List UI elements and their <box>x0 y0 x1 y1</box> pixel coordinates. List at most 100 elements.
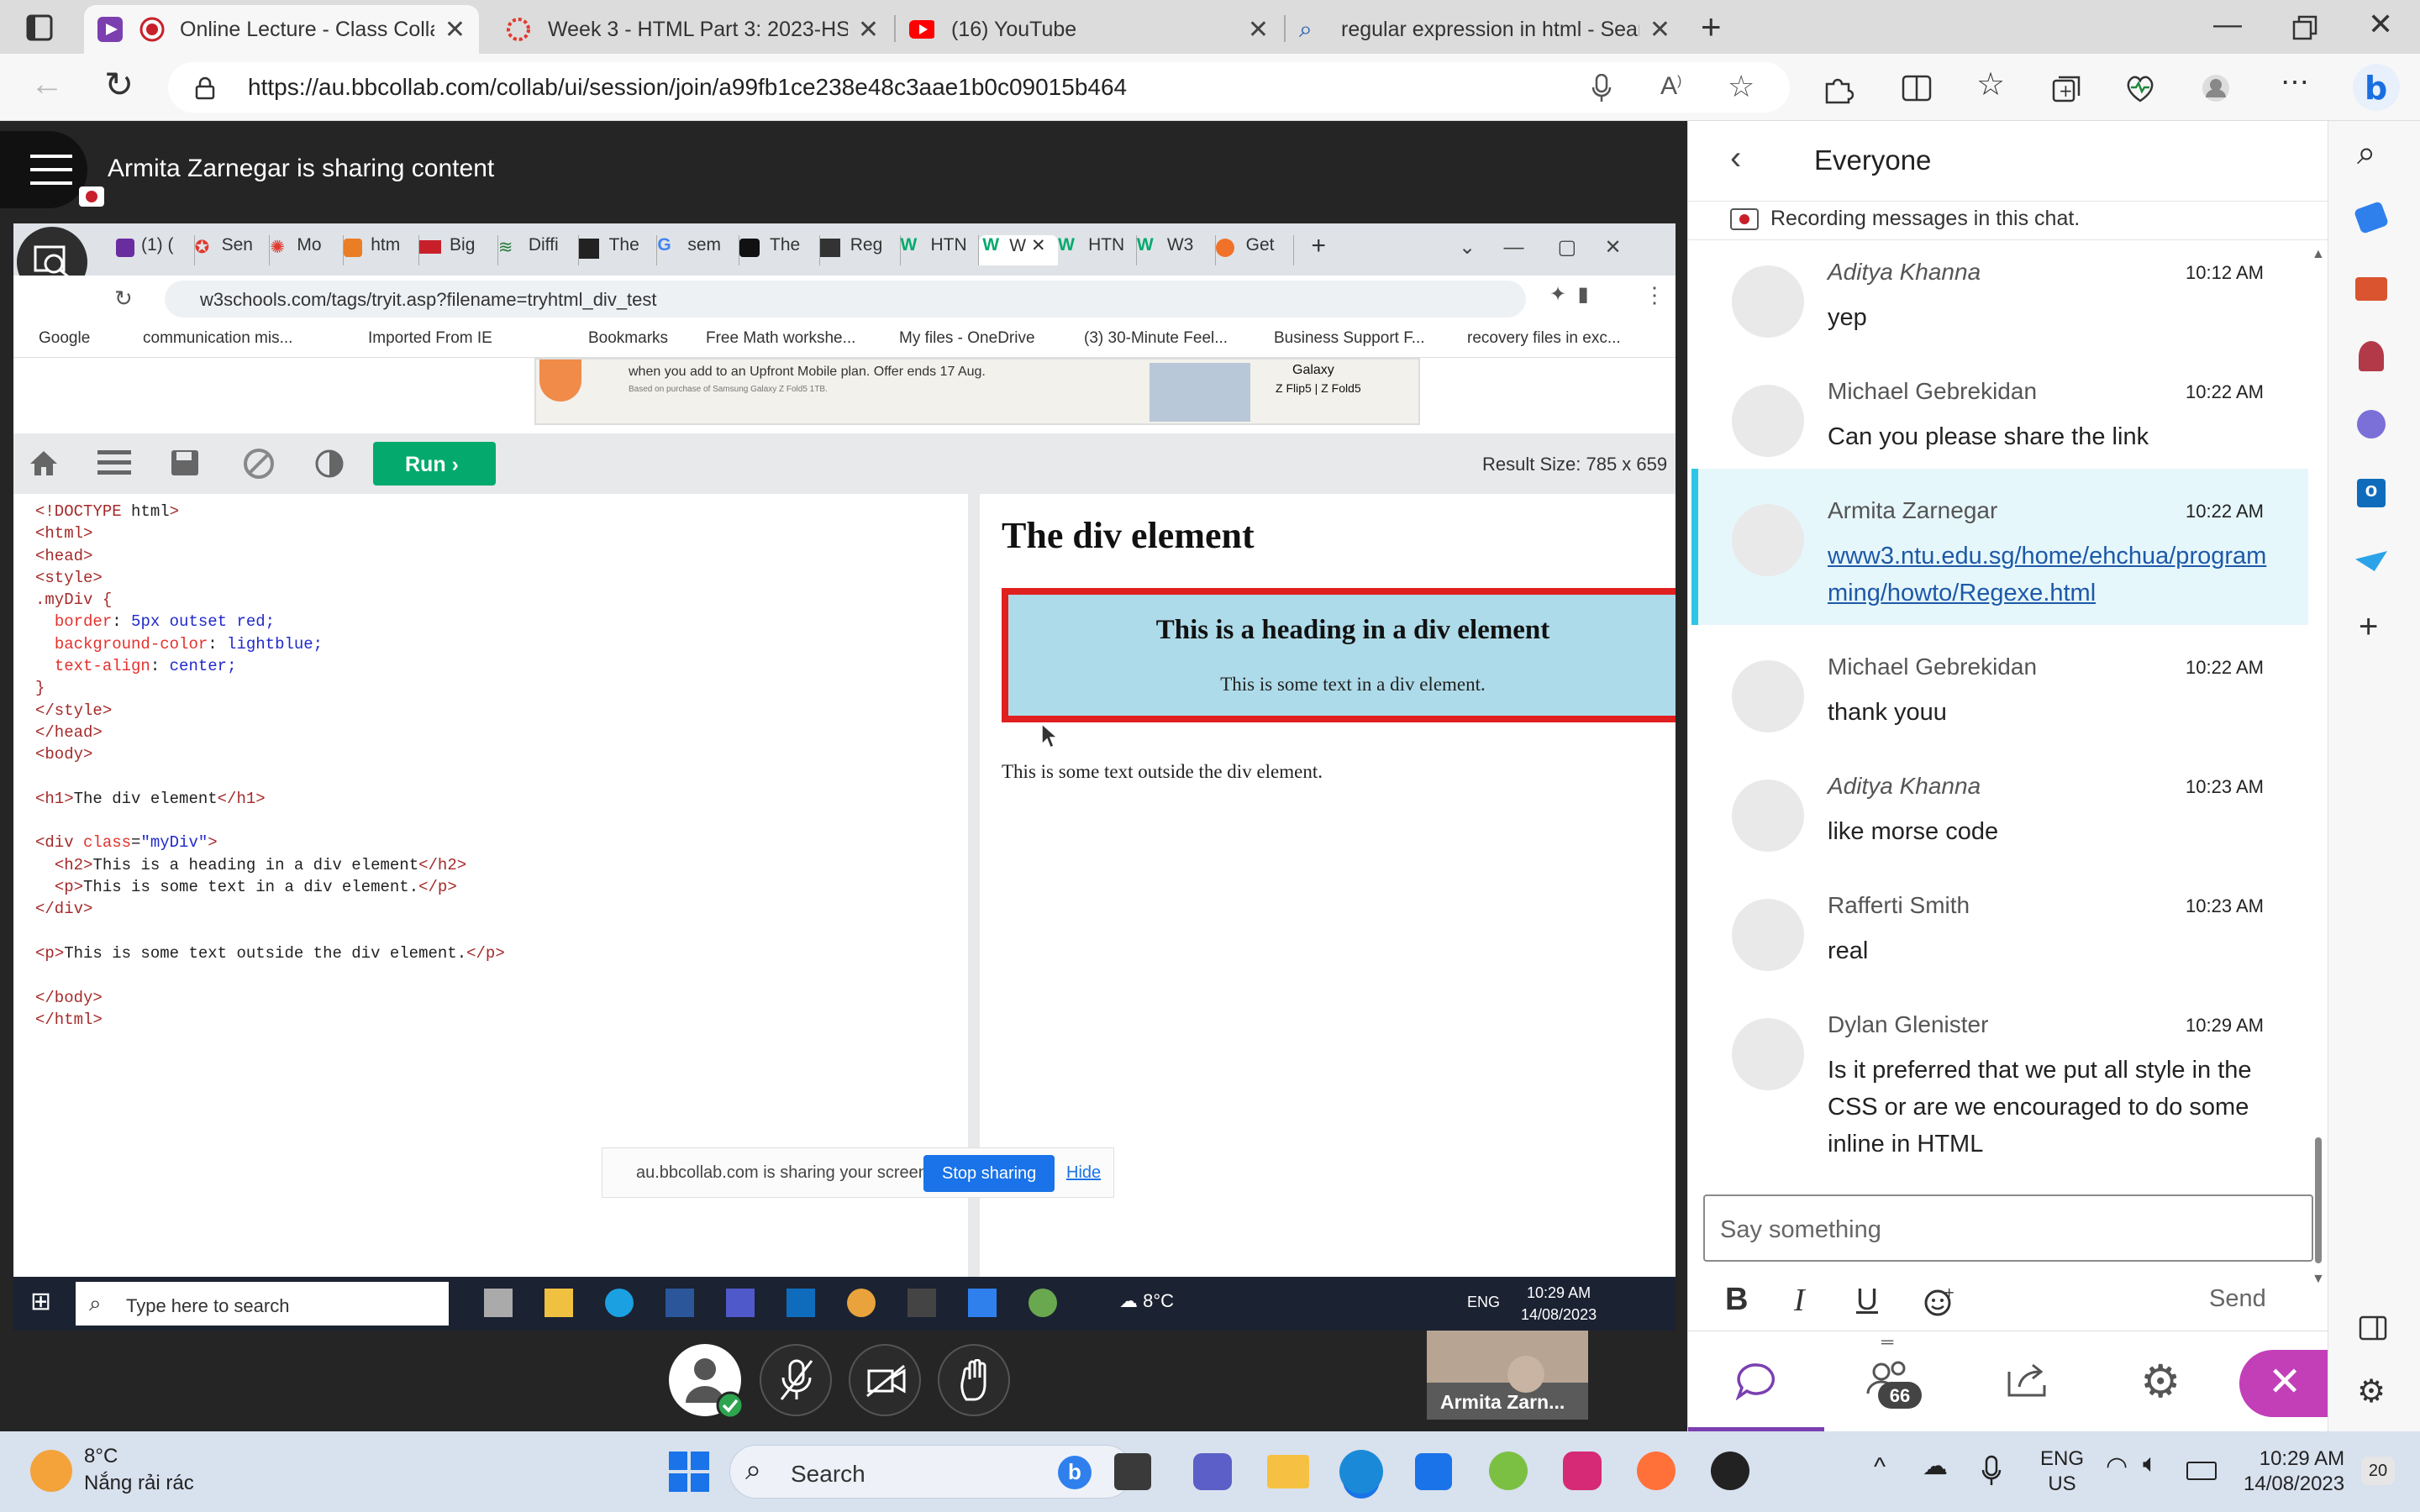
copilot-icon[interactable]: b <box>2351 62 2402 113</box>
share-content-tab[interactable] <box>1960 1331 2096 1432</box>
result-div: This is a heading in a div element This … <box>1002 588 1676 722</box>
message-link[interactable]: www3.ntu.edu.sg/home/ehchua/programming/… <box>1828 538 2281 612</box>
games-icon[interactable] <box>2359 341 2384 371</box>
read-aloud-icon[interactable]: A) <box>1660 72 1681 101</box>
store-icon[interactable] <box>1415 1453 1452 1490</box>
sender-name: Aditya Khanna <box>1828 773 1981 799</box>
bookmark: Business Support F... <box>1274 329 1425 347</box>
microphone-icon[interactable] <box>1591 74 1612 102</box>
wifi-icon[interactable]: ◠ <box>2106 1452 2128 1481</box>
microphone-button[interactable] <box>760 1344 832 1416</box>
raise-hand-button[interactable] <box>938 1344 1010 1416</box>
tools-icon[interactable] <box>2355 277 2387 301</box>
task-view-icon[interactable] <box>1114 1453 1151 1490</box>
firefox-icon[interactable] <box>1637 1452 1676 1490</box>
shared-lang: ENG <box>1467 1294 1501 1310</box>
favorite-star-icon[interactable]: ☆ <box>1728 69 1754 104</box>
start-icon[interactable] <box>666 1448 713 1495</box>
mic-tray-icon[interactable] <box>1981 1455 2002 1487</box>
extensions-icon[interactable] <box>1822 72 1854 104</box>
profile-icon[interactable] <box>2200 72 2232 104</box>
back-chevron-icon[interactable]: ‹ <box>1730 139 1741 177</box>
notification-badge[interactable]: 20 <box>2361 1457 2395 1485</box>
message-text: yep <box>1828 304 1867 331</box>
emoji-icon[interactable]: + <box>1923 1287 1954 1317</box>
close-window-icon[interactable]: ✕ <box>2368 7 2393 42</box>
refresh-icon[interactable]: ↻ <box>104 64 134 105</box>
presenter-face <box>1507 1356 1544 1393</box>
tab-regex-search[interactable]: ⌕ regular expression in html - Sear ✕ <box>1286 5 1684 54</box>
tab-youtube[interactable]: (16) YouTube ✕ <box>896 5 1282 54</box>
language-indicator[interactable]: ENG US <box>2040 1446 2084 1497</box>
close-tab-icon[interactable]: ✕ <box>858 15 879 45</box>
italic-icon[interactable]: I <box>1794 1282 1805 1319</box>
bookmark: recovery files in exc... <box>1467 329 1621 347</box>
onedrive-icon[interactable]: ☁ <box>1923 1452 1948 1481</box>
home-icon <box>30 451 57 475</box>
send-icon[interactable] <box>2355 551 2387 571</box>
chat-tab[interactable] <box>1688 1331 1824 1432</box>
show-hidden-icon[interactable]: ^ <box>1874 1453 1886 1482</box>
volume-icon[interactable]: 🔈︎ <box>2143 1450 2158 1478</box>
shared-tab: htm <box>344 235 420 265</box>
camera-button[interactable] <box>849 1344 921 1416</box>
tab-title: Week 3 - HTML Part 3: 2023-HS2 <box>548 17 848 41</box>
tab-online-lecture[interactable]: Online Lecture - Class Collal ✕ <box>84 5 479 54</box>
my-status-button[interactable] <box>669 1344 744 1420</box>
sidebar-layout-icon[interactable] <box>2359 1315 2387 1341</box>
minimize-icon[interactable]: — <box>2213 8 2242 41</box>
close-tab-icon[interactable]: ✕ <box>445 15 466 45</box>
edge-icon[interactable] <box>1339 1450 1383 1494</box>
weather-text: Nắng rải rác <box>84 1472 194 1494</box>
new-tab-icon[interactable]: + <box>1701 7 1722 47</box>
teams-chat-icon[interactable] <box>1193 1453 1232 1490</box>
url-bar[interactable]: https://au.bbcollab.com/collab/ui/sessio… <box>168 62 1790 113</box>
shared-refresh-icon: ↻ <box>114 286 133 311</box>
collections-icon[interactable]: + <box>2050 72 2082 104</box>
shared-taskbar-apps <box>484 1289 1072 1319</box>
url-text: https://au.bbcollab.com/collab/ui/sessio… <box>248 74 1128 100</box>
taskbar-search[interactable]: ⌕ Search b <box>729 1445 1133 1499</box>
more-menu-icon[interactable]: ⋯ <box>2281 66 2309 99</box>
shared-tab: ≋ Diffi <box>498 235 579 265</box>
favorites-icon[interactable]: ☆ <box>1976 66 2005 103</box>
search-icon[interactable]: ⌕ <box>2357 134 2375 172</box>
message-input[interactable]: Say something <box>1703 1194 2313 1262</box>
message-text: thank youu <box>1828 699 1947 726</box>
tab-actions-icon[interactable] <box>25 13 54 42</box>
add-icon[interactable]: + <box>2359 608 2378 646</box>
send-button[interactable]: Send <box>2209 1285 2266 1313</box>
scroll-thumb[interactable] <box>2315 1137 2322 1263</box>
instagram-icon[interactable] <box>1563 1452 1602 1490</box>
battery-icon[interactable] <box>2186 1462 2217 1480</box>
avatar <box>1732 504 1804 576</box>
github-icon[interactable] <box>1711 1452 1749 1490</box>
tab-week3[interactable]: Week 3 - HTML Part 3: 2023-HS2 ✕ <box>492 5 892 54</box>
split-screen-icon[interactable] <box>1901 72 1933 104</box>
chat-scrollbar[interactable]: ▲ ▼ <box>2312 247 2325 1297</box>
shopping-icon[interactable] <box>2353 201 2390 234</box>
browser-essentials-icon[interactable] <box>2124 72 2156 104</box>
outlook-icon[interactable]: o <box>2357 479 2386 507</box>
bold-icon[interactable]: B <box>1725 1282 1748 1318</box>
attendees-tab[interactable]: 66 <box>1824 1331 1960 1432</box>
file-explorer-icon[interactable] <box>1267 1455 1309 1488</box>
weather-icon[interactable] <box>30 1450 72 1492</box>
restore-icon[interactable] <box>2292 15 2317 40</box>
close-tab-icon[interactable]: ✕ <box>1649 15 1670 45</box>
taskbar-clock[interactable]: 10:29 AM 14/08/2023 <box>2244 1446 2344 1497</box>
app-icon[interactable] <box>1489 1452 1528 1490</box>
scroll-up-icon[interactable]: ▲ <box>2312 247 2325 262</box>
session-menu-button[interactable] <box>0 131 104 208</box>
panel-tabs: ═ 66 ⚙ ✕ <box>1688 1331 2332 1432</box>
microsoft365-icon[interactable] <box>2357 410 2386 438</box>
share-icon <box>2007 1363 2046 1397</box>
settings-gear-icon[interactable]: ⚙ <box>2357 1373 2386 1410</box>
close-tab-icon[interactable]: ✕ <box>1248 15 1269 45</box>
close-panel-button[interactable]: ✕ <box>2239 1350 2332 1417</box>
shared-address-row: ↻ w3schools.com/tags/tryit.asp?filename=… <box>13 276 1676 323</box>
back-icon[interactable]: ← <box>30 66 64 103</box>
settings-tab[interactable]: ⚙ <box>2096 1331 2233 1432</box>
underline-icon[interactable]: U <box>1856 1282 1878 1317</box>
